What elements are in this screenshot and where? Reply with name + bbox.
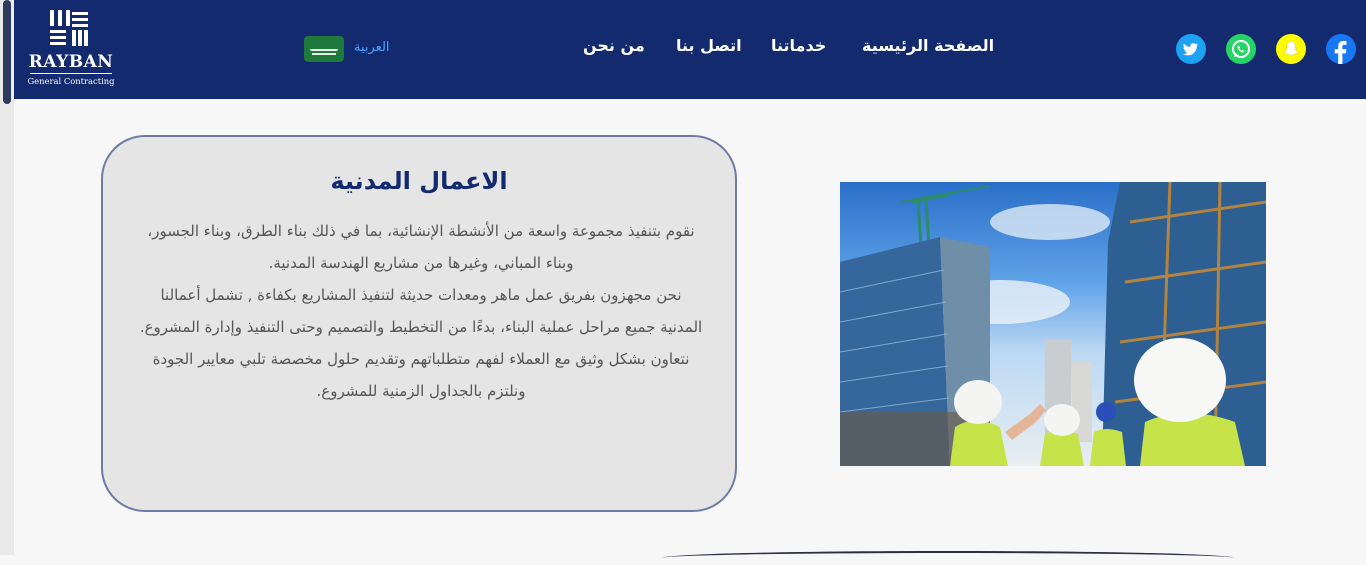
description-line: ونلتزم بالجداول الزمنية للمشروع.: [316, 382, 526, 400]
description-line: نقوم بتنفيذ مجموعة واسعة من الأنشطة الإن…: [147, 222, 695, 240]
snapchat-icon[interactable]: [1276, 34, 1306, 64]
next-section-edge: [662, 551, 1234, 565]
description-line: نحن مجهزون بفريق عمل ماهر ومعدات حديثة ل…: [160, 286, 682, 304]
section-title: الاعمال المدنية: [330, 167, 508, 195]
logo-divider: [30, 73, 112, 74]
construction-site-photo: [840, 182, 1266, 466]
scrollbar-thumb[interactable]: [3, 0, 11, 104]
description-line: نتعاون بشكل وثيق مع العملاء لفهم متطلبات…: [152, 350, 690, 368]
nav-home[interactable]: الصفحة الرئيسية: [862, 36, 994, 55]
section-description: نقوم بتنفيذ مجموعة واسعة من الأنشطة الإن…: [129, 215, 713, 407]
facebook-icon[interactable]: [1326, 34, 1356, 64]
twitter-icon[interactable]: [1176, 34, 1206, 64]
nav-contact[interactable]: اتصل بنا: [676, 36, 742, 55]
nav-services[interactable]: خدماتنا: [771, 36, 826, 55]
site-header: RAYBAN General Contracting العربية الصفح…: [0, 0, 1366, 99]
nav-about[interactable]: من نحن: [583, 36, 645, 55]
whatsapp-icon[interactable]: [1226, 34, 1256, 64]
logo-tagline: General Contracting: [27, 76, 115, 86]
main-nav: الصفحة الرئيسية خدماتنا اتصل بنا من نحن: [0, 36, 1366, 62]
civil-works-card: الاعمال المدنية نقوم بتنفيذ مجموعة واسعة…: [101, 135, 737, 512]
page-scrollbar[interactable]: [0, 0, 14, 555]
description-line: المدنية جميع مراحل عملية البناء، بدءًا م…: [139, 318, 703, 336]
description-line: وبناء المباني، وغيرها من مشاريع الهندسة …: [268, 254, 574, 272]
